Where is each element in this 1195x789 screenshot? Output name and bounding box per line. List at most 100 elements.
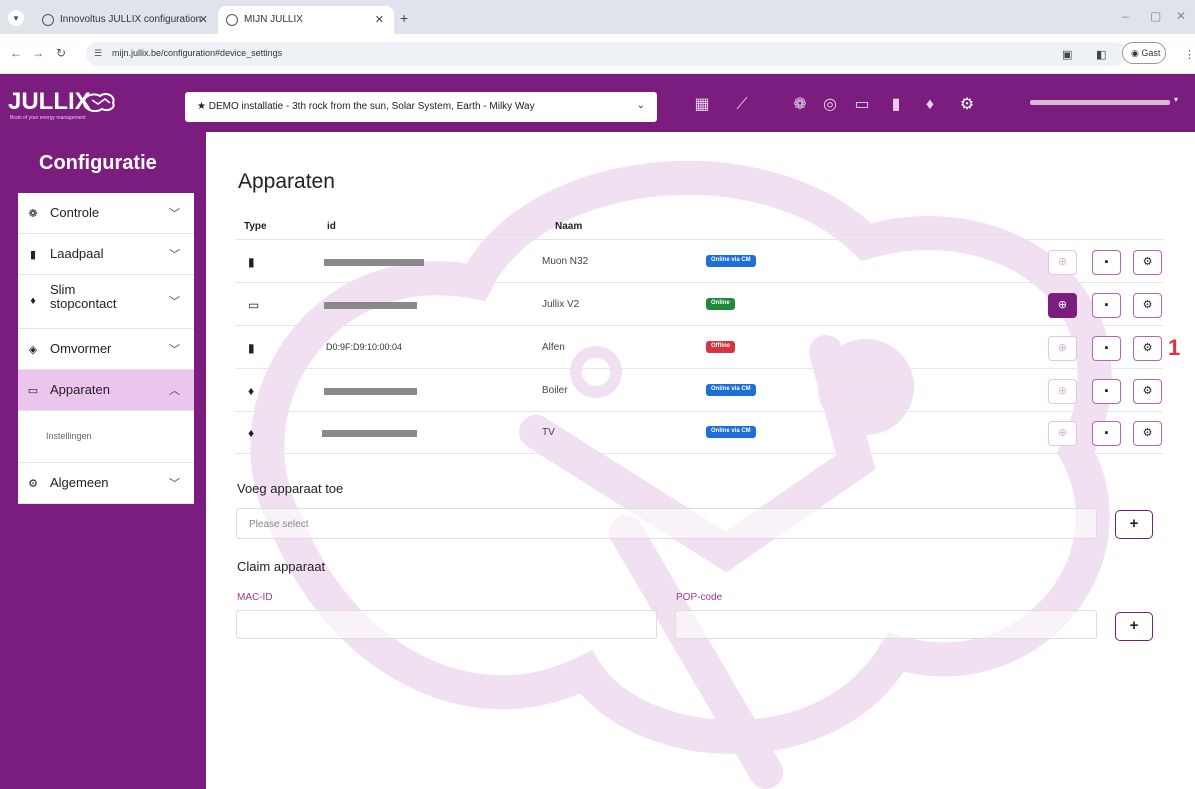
sidebar-item-controle[interactable]: ❁ Controle ﹀ — [18, 193, 194, 234]
device-icon: ▭ — [248, 298, 260, 312]
dashboard-icon[interactable]: ▦ — [690, 93, 714, 117]
meter-icon[interactable]: ◎ — [818, 93, 842, 117]
plug-icon[interactable]: ♦ — [918, 93, 942, 117]
sidebar-item-omvormer[interactable]: ◈ Omvormer ﹀ — [18, 329, 194, 370]
url-text: mijn.jullix.be/configuration#device_sett… — [112, 48, 283, 58]
status-badge: Online — [706, 298, 735, 310]
browser-tab-1[interactable]: Innovoltus JULLIX configuration ✕ — [34, 6, 218, 34]
page-title: Apparaten — [238, 170, 335, 193]
logo-tagline: Brain of your energy management — [10, 115, 86, 121]
status-badge: Online via CM — [706, 255, 756, 267]
plug-icon: ♦ — [248, 426, 255, 440]
sidebar-item-slim-stopcontact[interactable]: ♦ Slim stopcontact ﹀ — [18, 275, 194, 329]
watermark-logo — [250, 160, 1112, 789]
device-type-select[interactable]: Please select — [236, 508, 1097, 539]
delete-button[interactable]: ▪ — [1092, 336, 1121, 361]
sidepanel-icon[interactable]: ◧ — [1096, 48, 1106, 61]
browser-tab-2[interactable]: MIJN JULLIX ✕ — [218, 6, 394, 34]
device-name: Muon N32 — [542, 256, 589, 267]
sidebar-item-laadpaal[interactable]: ▮ Laadpaal ﹀ — [18, 234, 194, 275]
device-name: TV — [542, 427, 555, 438]
settings-button[interactable]: ⚙ — [1133, 421, 1162, 446]
new-tab-icon[interactable]: + — [400, 10, 408, 26]
minimize-icon[interactable]: – — [1122, 9, 1129, 23]
pop-code-label: POP-code — [676, 592, 723, 603]
sidebar-item-label: Algemeen — [50, 475, 109, 490]
sidebar-subitem-instellingen[interactable]: Instellingen — [18, 411, 194, 463]
chevron-down-icon: ﹀ — [169, 296, 180, 308]
user-name-redacted — [1030, 100, 1170, 105]
locate-button[interactable]: ⊕ — [1048, 293, 1077, 318]
chart-icon[interactable]: ⟋ — [730, 93, 754, 117]
maximize-icon[interactable]: ▢ — [1150, 9, 1161, 23]
globe-icon — [42, 14, 54, 26]
settings-button[interactable]: ⚙ — [1133, 379, 1162, 404]
mac-id-label: MAC-ID — [237, 592, 273, 603]
chevron-down-icon: ﹀ — [169, 478, 180, 490]
table-header-divider — [236, 239, 1163, 240]
sidebar-item-algemeen[interactable]: ⚙ Algemeen ﹀ — [18, 463, 194, 504]
device-name: Boiler — [542, 385, 568, 396]
installation-label: ★ DEMO installatie - 3th rock from the s… — [197, 101, 535, 112]
globe-icon — [226, 14, 238, 26]
locate-button[interactable]: ⊕ — [1048, 421, 1077, 446]
pop-code-input[interactable] — [675, 610, 1097, 639]
reload-icon[interactable]: ↻ — [56, 46, 66, 60]
claim-device-title: Claim apparaat — [237, 559, 326, 574]
device-name: Alfen — [542, 342, 565, 353]
gear-icon[interactable]: ⚙ — [955, 93, 979, 117]
delete-button[interactable]: ▪ — [1092, 293, 1121, 318]
chevron-down-icon: ⌄ — [636, 100, 645, 111]
device-name: Jullix V2 — [542, 299, 580, 310]
locate-button[interactable]: ⊕ — [1048, 336, 1077, 361]
site-info-icon[interactable]: ☰ — [94, 48, 102, 59]
column-header-id: id — [327, 221, 336, 232]
add-device-button[interactable]: + — [1115, 510, 1153, 539]
sidebar-item-apparaten[interactable]: ▭ Apparaten ︿ — [18, 370, 194, 411]
url-field[interactable]: ☰ mijn.jullix.be/configuration#device_se… — [86, 42, 1126, 66]
tab-title: Innovoltus JULLIX configuration — [60, 14, 202, 25]
charger-icon[interactable]: ▮ — [884, 93, 908, 117]
device-icon: ▭ — [27, 385, 39, 397]
installation-select[interactable]: ★ DEMO installatie - 3th rock from the s… — [185, 92, 657, 122]
translate-icon[interactable]: ▣ — [1062, 48, 1072, 61]
tab-search-icon[interactable]: ▾ — [8, 10, 24, 26]
id-redacted — [324, 259, 424, 266]
logo[interactable]: JULLIX — [8, 88, 91, 116]
table-row: ♦ TV Online via CM ⊕ ▪ ⚙ — [236, 412, 1163, 454]
close-tab-icon[interactable]: ✕ — [375, 13, 384, 26]
table-row: ▮ D0:9F:D9:10:00:04 Alfen Offline ⊕ ▪ ⚙ — [236, 327, 1163, 369]
delete-button[interactable]: ▪ — [1092, 421, 1121, 446]
back-icon[interactable]: ← — [10, 46, 22, 60]
settings-button[interactable]: ⚙ — [1133, 250, 1162, 275]
delete-button[interactable]: ▪ — [1092, 250, 1121, 275]
browser-menu-icon[interactable]: ⋮ — [1184, 48, 1195, 61]
chevron-up-icon: ︿ — [169, 385, 180, 397]
settings-button[interactable]: ⚙ — [1133, 293, 1162, 318]
profile-button[interactable]: ◉ Gast — [1122, 42, 1166, 64]
monitor-icon[interactable]: ▭ — [850, 93, 874, 117]
mac-id-input[interactable] — [236, 610, 657, 639]
table-row: ▭ Jullix V2 Online ⊕ ▪ ⚙ — [236, 284, 1163, 326]
user-menu[interactable]: ▾ — [1030, 95, 1178, 110]
close-tab-icon[interactable]: ✕ — [199, 13, 208, 26]
sidebar-item-label: Slim stopcontact — [50, 282, 117, 311]
locate-button[interactable]: ⊕ — [1048, 379, 1077, 404]
id-redacted — [324, 388, 417, 395]
plug-icon: ♦ — [30, 295, 36, 307]
forward-icon[interactable]: → — [32, 46, 44, 60]
locate-button[interactable]: ⊕ — [1048, 250, 1077, 275]
select-placeholder: Please select — [249, 519, 309, 530]
brain-icon[interactable]: ❁ — [788, 93, 812, 117]
logo-brain-icon — [82, 93, 115, 112]
claim-device-button[interactable]: + — [1115, 612, 1153, 641]
window-close-icon[interactable]: ✕ — [1176, 9, 1186, 23]
profile-label: Gast — [1141, 48, 1161, 58]
delete-button[interactable]: ▪ — [1092, 379, 1121, 404]
brain-icon: ❁ — [28, 208, 38, 220]
sidebar-menu: ❁ Controle ﹀ ▮ Laadpaal ﹀ ♦ Slim stopcon… — [18, 193, 194, 504]
browser-tab-strip: ▾ Innovoltus JULLIX configuration ✕ MIJN… — [0, 0, 1195, 34]
charger-icon: ▮ — [248, 341, 255, 355]
chevron-down-icon: ﹀ — [169, 208, 180, 220]
settings-button[interactable]: ⚙ — [1133, 336, 1162, 361]
